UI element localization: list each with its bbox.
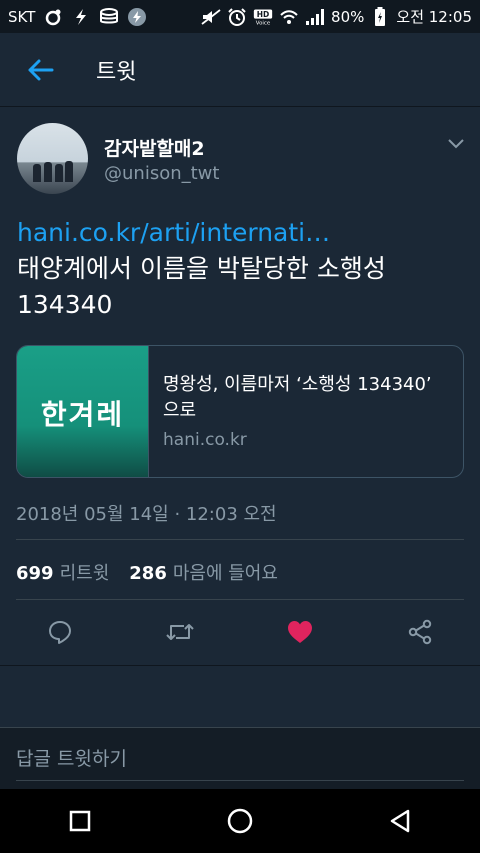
share-icon — [408, 619, 432, 645]
retweet-icon — [166, 624, 194, 640]
card-title: 명왕성, 이름마저 ‘소행성 134340’ 으로 — [163, 374, 432, 421]
bolt-app-icon — [71, 8, 91, 26]
clock: 오전 12:05 — [396, 8, 472, 26]
tweet-link[interactable]: hani.co.kr/arti/internati… — [17, 215, 467, 251]
triangle-back-icon — [390, 809, 410, 833]
wifi-icon — [279, 8, 299, 26]
avatar[interactable] — [17, 123, 88, 194]
tweet-text: hani.co.kr/arti/internati… 태양계에서 이름을 박탈당… — [17, 215, 467, 323]
author-name[interactable]: 감자밭할매2 — [104, 134, 205, 161]
home-button[interactable] — [160, 789, 320, 853]
share-button[interactable] — [360, 604, 480, 660]
svg-text:HD: HD — [257, 10, 270, 19]
app-bar: 트윗 — [0, 33, 480, 107]
tweet-timestamp: 2018년 05월 14일 · 12:03 오전 — [16, 504, 277, 525]
card-thumbnail: 한겨레 — [17, 346, 149, 477]
tweet-body: 태양계에서 이름을 박탈당한 소행성 134340 — [17, 254, 386, 319]
reply-bar: 답글 트윗하기 — [0, 727, 480, 789]
reply-icon — [49, 621, 71, 644]
empty-section — [0, 665, 480, 727]
retweets-stat[interactable]: 699 리트윗 — [16, 559, 109, 585]
card-logo: 한겨레 — [40, 397, 125, 431]
arrow-left-icon — [28, 59, 54, 80]
heart-icon — [288, 621, 312, 643]
like-button[interactable] — [240, 604, 360, 660]
tweet-actions — [0, 604, 480, 660]
reply-input[interactable]: 답글 트윗하기 — [16, 744, 127, 771]
carrier-label: SKT — [8, 7, 36, 26]
status-bar: SKT HD Voice 80% 오전 12:05 — [0, 0, 480, 33]
circle-app-icon — [43, 8, 63, 26]
page-title: 트윗 — [96, 59, 137, 85]
retweets-label: 리트윗 — [59, 563, 110, 584]
system-nav-bar — [0, 789, 480, 853]
likes-stat[interactable]: 286 마음에 들어요 — [129, 559, 278, 585]
reply-button[interactable] — [0, 604, 120, 660]
divider — [16, 539, 464, 540]
recents-button[interactable] — [0, 789, 160, 853]
battery-percent: 80% — [331, 7, 365, 26]
author-handle[interactable]: @unison_twt — [104, 163, 219, 184]
alarm-icon — [227, 7, 247, 26]
link-preview-card[interactable]: 한겨레 명왕성, 이름마저 ‘소행성 134340’ 으로 hani.co.kr — [16, 345, 464, 478]
likes-count: 286 — [129, 563, 167, 584]
tweet-detail: 감자밭할매2 @unison_twt hani.co.kr/arti/inter… — [0, 107, 480, 665]
back-nav-button[interactable] — [320, 789, 480, 853]
battery-icon — [370, 6, 390, 26]
mute-icon — [201, 8, 221, 26]
tweet-stats: 699 리트윗 286 마음에 들어요 — [16, 559, 278, 585]
card-domain: hani.co.kr — [163, 430, 247, 450]
divider — [16, 599, 464, 600]
likes-label: 마음에 들어요 — [172, 563, 278, 584]
database-icon — [99, 7, 119, 26]
square-icon — [69, 810, 91, 832]
back-button[interactable] — [0, 33, 80, 107]
circle-icon — [227, 808, 253, 834]
hd-voice-icon: HD Voice — [253, 8, 273, 26]
retweets-count: 699 — [16, 563, 54, 584]
retweet-button[interactable] — [120, 604, 240, 660]
card-body: 명왕성, 이름마저 ‘소행성 134340’ 으로 hani.co.kr — [149, 346, 443, 477]
flash-icon — [127, 7, 147, 26]
reply-underline — [16, 780, 464, 781]
svg-text:Voice: Voice — [256, 20, 271, 26]
signal-icon — [305, 8, 325, 26]
chevron-down-icon[interactable] — [444, 133, 468, 153]
